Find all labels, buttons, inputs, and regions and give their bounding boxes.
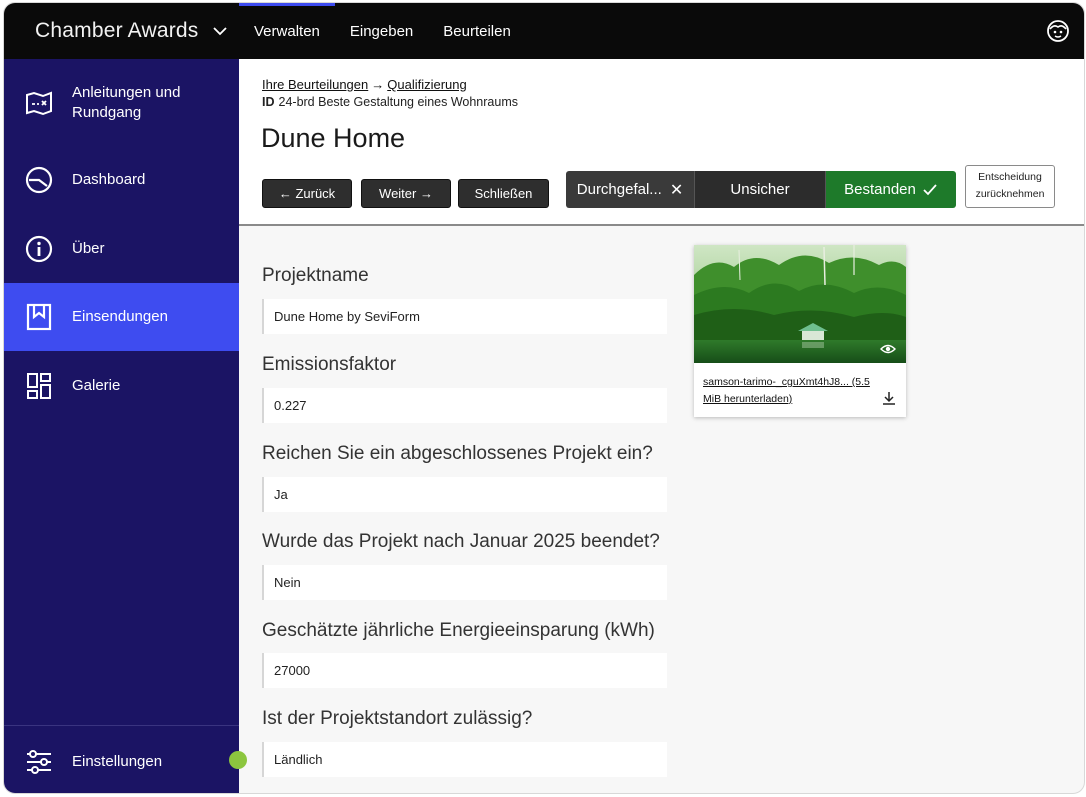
page-title: Dune Home xyxy=(261,123,406,153)
chevron-down-icon xyxy=(212,27,227,36)
field-label-standort: Ist der Projektstandort zulässig? xyxy=(262,708,533,729)
sidebar-item-einstellungen[interactable]: Einstellungen xyxy=(4,742,239,782)
emissionsfaktor-field[interactable] xyxy=(262,388,667,423)
sidebar-divider xyxy=(4,725,239,726)
entry-id-prefix: ID xyxy=(262,95,275,109)
top-nav: Verwalten Eingeben Beurteilen xyxy=(239,3,526,59)
undo-decision-button[interactable]: Entscheidung zurücknehmen xyxy=(965,165,1055,208)
breadcrumb-link-qualifizierung[interactable]: Qualifizierung xyxy=(387,77,467,92)
sidebar-item-anleitungen[interactable]: Anleitungen und Rundgang xyxy=(4,73,239,133)
sidebar-item-galerie[interactable]: Galerie xyxy=(4,365,239,407)
unsure-button[interactable]: Unsicher xyxy=(695,171,826,208)
sidebar-item-label: Einsendungen xyxy=(72,308,168,325)
tab-verwalten[interactable]: Verwalten xyxy=(239,3,335,59)
sidebar-item-label: Dashboard xyxy=(72,171,146,188)
fail-label: Durchgefal... xyxy=(576,181,662,198)
breadcrumb: Ihre Beurteilungen → Qualifizierung xyxy=(262,77,467,92)
app-title: Chamber Awards xyxy=(35,19,199,42)
gauge-icon xyxy=(25,166,53,194)
pass-label: Bestanden xyxy=(844,181,916,198)
main-content: Ihre Beurteilungen → Qualifizierung ID 24-b… xyxy=(239,59,1084,793)
status-dot xyxy=(229,751,247,769)
download-icon[interactable] xyxy=(882,391,896,405)
user-avatar-icon[interactable] xyxy=(1046,19,1070,43)
beendet-field[interactable] xyxy=(262,565,667,600)
app-window: Chamber Awards Verwalten Eingeben Beurte… xyxy=(3,2,1085,794)
bookmark-icon xyxy=(26,303,52,331)
tab-eingeben[interactable]: Eingeben xyxy=(335,3,428,59)
abgeschlossen-field[interactable] xyxy=(262,477,667,512)
preview-eye-icon[interactable] xyxy=(880,343,896,355)
tab-beurteilen[interactable]: Beurteilen xyxy=(428,3,526,59)
breadcrumb-link-beurteilungen[interactable]: Ihre Beurteilungen xyxy=(262,77,368,92)
info-icon xyxy=(25,235,53,263)
sidebar-item-label: Einstellungen xyxy=(72,753,163,770)
energieeinsparung-field[interactable] xyxy=(262,653,667,688)
decision-group: Durchgefal... ✕ Unsicher Bestanden xyxy=(566,171,956,208)
undo-label-line1: Entscheidung xyxy=(978,171,1042,183)
sidebar-item-label: Anleitungen und Rundgang xyxy=(72,84,181,121)
close-button[interactable]: Schließen xyxy=(458,179,549,208)
field-label-energieeinsparung: Geschätzte jährliche Energieeinsparung (… xyxy=(262,620,655,641)
attachment-card: samson-tarimo-_cguXmt4hJ8... (5.5 MiB he… xyxy=(694,245,906,417)
projektname-field[interactable] xyxy=(262,299,667,334)
entry-id: ID 24-brd Beste Gestaltung eines Wohnraum… xyxy=(262,95,518,109)
undo-label-line2: zurücknehmen xyxy=(975,188,1045,200)
app-switcher[interactable]: Chamber Awards xyxy=(4,3,239,59)
sidebar-item-label: Galerie xyxy=(72,377,121,394)
fail-button[interactable]: Durchgefal... ✕ xyxy=(566,171,695,208)
close-icon: ✕ xyxy=(669,181,684,199)
sidebar: Anleitungen und Rundgang Dashboard Über … xyxy=(4,59,239,793)
sidebar-item-einsendungen[interactable]: Einsendungen xyxy=(4,283,239,351)
field-label-beendet: Wurde das Projekt nach Januar 2025 beend… xyxy=(262,531,660,552)
breadcrumb-separator: → xyxy=(371,77,385,92)
top-bar: Chamber Awards Verwalten Eingeben Beurte… xyxy=(4,3,1084,59)
field-label-emissionsfaktor: Emissionsfaktor xyxy=(262,354,397,375)
field-label-projektname: Projektname xyxy=(262,265,369,286)
entry-id-text: 24-brd Beste Gestaltung eines Wohnraums xyxy=(278,95,518,109)
standort-field[interactable] xyxy=(262,742,667,777)
sidebar-item-ueber[interactable]: Über xyxy=(4,228,239,270)
next-button[interactable]: Weiter → xyxy=(361,179,451,208)
attachment-download-link[interactable]: samson-tarimo-_cguXmt4hJ8... (5.5 MiB he… xyxy=(703,374,878,408)
sidebar-item-label: Über xyxy=(72,240,105,257)
check-icon xyxy=(923,183,937,195)
pass-button[interactable]: Bestanden xyxy=(826,171,956,208)
map-icon xyxy=(26,91,52,116)
sliders-icon xyxy=(27,750,51,774)
attachment-thumbnail[interactable] xyxy=(694,245,906,363)
grid-icon xyxy=(27,373,51,399)
sidebar-item-dashboard[interactable]: Dashboard xyxy=(4,159,239,201)
field-label-abgeschlossen: Reichen Sie ein abgeschlossenes Projekt … xyxy=(262,443,653,464)
back-button[interactable]: ← Zurück xyxy=(262,179,352,208)
entry-header: Ihre Beurteilungen → Qualifizierung ID 24-b… xyxy=(239,59,1084,226)
